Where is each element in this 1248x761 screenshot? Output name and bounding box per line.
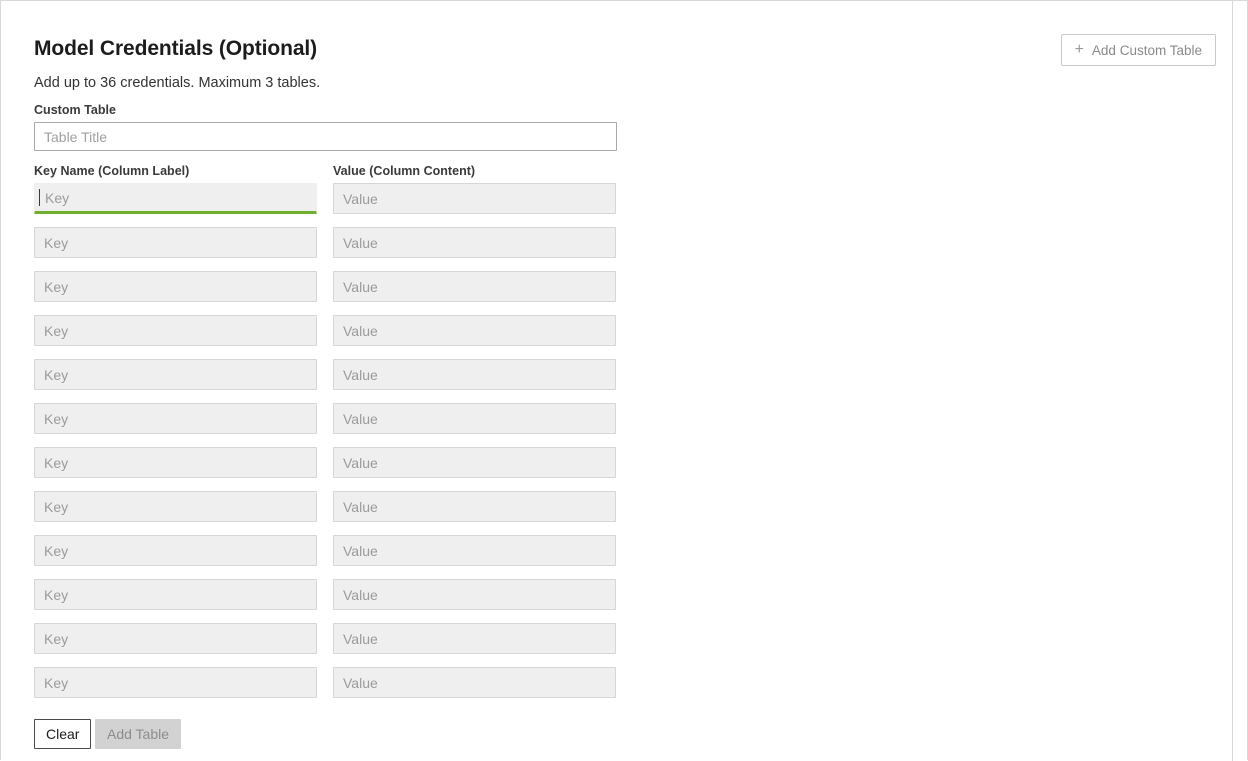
key-input[interactable] xyxy=(34,227,317,258)
key-value-row xyxy=(34,667,617,711)
key-input[interactable] xyxy=(34,535,317,566)
key-column-label: Key Name (Column Label) xyxy=(34,164,190,178)
key-cell xyxy=(34,447,317,478)
page-title: Model Credentials (Optional) xyxy=(34,37,318,60)
add-custom-table-button[interactable]: + Add Custom Table xyxy=(1060,34,1216,66)
value-input[interactable] xyxy=(333,403,616,434)
add-table-button: Add Table xyxy=(95,719,182,749)
custom-table-form: Custom Table Key Name (Column Label) Val… xyxy=(34,102,617,749)
value-cell xyxy=(333,623,616,654)
value-cell xyxy=(333,667,616,698)
value-input[interactable] xyxy=(333,667,616,698)
plus-icon: + xyxy=(1074,41,1084,58)
key-value-rows xyxy=(34,183,617,711)
value-input[interactable] xyxy=(333,183,616,214)
value-cell xyxy=(333,491,616,522)
value-input[interactable] xyxy=(333,315,616,346)
key-input[interactable] xyxy=(34,623,317,654)
section-header: Model Credentials (Optional) Add up to 3… xyxy=(34,34,1216,93)
value-input[interactable] xyxy=(333,579,616,610)
value-cell xyxy=(333,227,616,258)
key-cell xyxy=(34,183,317,214)
key-input[interactable] xyxy=(34,667,317,698)
key-cell xyxy=(34,403,317,434)
value-input[interactable] xyxy=(333,491,616,522)
key-input[interactable] xyxy=(34,183,317,214)
value-input[interactable] xyxy=(333,227,616,258)
key-value-row xyxy=(34,447,617,491)
key-value-row xyxy=(34,491,617,535)
custom-table-label: Custom Table xyxy=(34,103,116,117)
key-input[interactable] xyxy=(34,403,317,434)
key-cell xyxy=(34,535,317,566)
value-cell xyxy=(333,183,616,214)
key-cell xyxy=(34,359,317,390)
key-input[interactable] xyxy=(34,271,317,302)
add-custom-table-label: Add Custom Table xyxy=(1091,42,1202,58)
key-value-row xyxy=(34,315,617,359)
text-caret xyxy=(39,189,40,206)
key-value-row xyxy=(34,579,617,623)
value-input[interactable] xyxy=(333,447,616,478)
value-cell xyxy=(333,447,616,478)
key-input[interactable] xyxy=(34,315,317,346)
table-title-input[interactable] xyxy=(34,122,617,151)
columns-header: Key Name (Column Label) Value (Column Co… xyxy=(34,163,617,183)
key-value-row xyxy=(34,359,617,403)
key-value-row xyxy=(34,227,617,271)
value-input[interactable] xyxy=(333,535,616,566)
key-value-row xyxy=(34,271,617,315)
key-cell xyxy=(34,227,317,258)
key-input[interactable] xyxy=(34,447,317,478)
value-input[interactable] xyxy=(333,359,616,390)
value-cell xyxy=(333,271,616,302)
page-right-rule xyxy=(1232,1,1233,761)
value-cell xyxy=(333,579,616,610)
value-cell xyxy=(333,359,616,390)
key-cell xyxy=(34,491,317,522)
value-cell xyxy=(333,535,616,566)
value-cell xyxy=(333,315,616,346)
key-value-row xyxy=(34,535,617,579)
key-value-row xyxy=(34,183,617,227)
key-input[interactable] xyxy=(34,359,317,390)
form-actions: Clear Add Table xyxy=(34,719,617,749)
value-input[interactable] xyxy=(333,623,616,654)
key-input[interactable] xyxy=(34,491,317,522)
value-column-label: Value (Column Content) xyxy=(333,164,476,178)
key-value-row xyxy=(34,623,617,667)
key-cell xyxy=(34,623,317,654)
value-input[interactable] xyxy=(333,271,616,302)
page-subtitle: Add up to 36 credentials. Maximum 3 tabl… xyxy=(34,75,321,91)
key-cell xyxy=(34,271,317,302)
key-value-row xyxy=(34,403,617,447)
value-cell xyxy=(333,403,616,434)
page-frame: Model Credentials (Optional) Add up to 3… xyxy=(0,0,1248,761)
key-cell xyxy=(34,315,317,346)
key-cell xyxy=(34,667,317,698)
clear-button[interactable]: Clear xyxy=(34,719,92,749)
key-input[interactable] xyxy=(34,579,317,610)
key-cell xyxy=(34,579,317,610)
